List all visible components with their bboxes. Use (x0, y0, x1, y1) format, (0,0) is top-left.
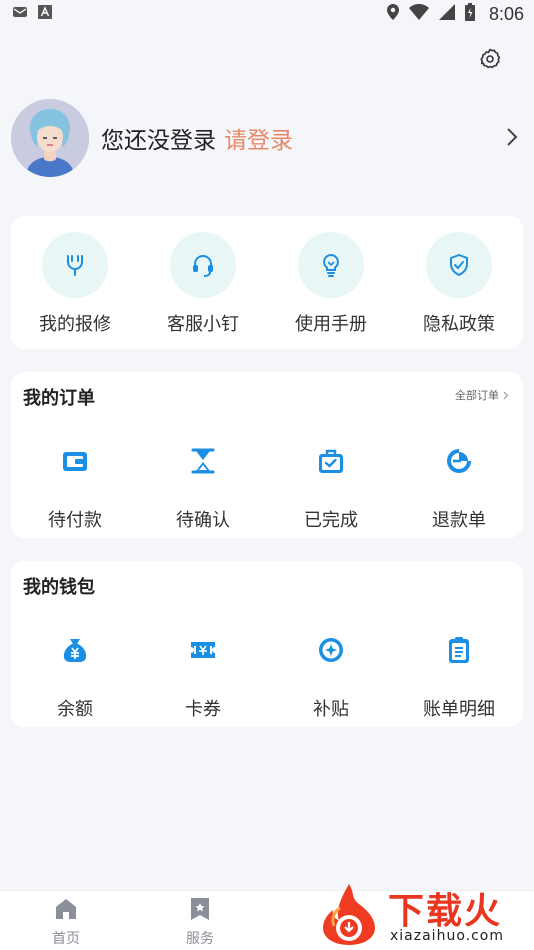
profile-row[interactable]: 您还没登录 请登录 (11, 98, 523, 178)
orders-card: 我的订单 全部订单 待付款 待确认 已完成 退款单 (11, 372, 523, 538)
ticket-icon (186, 633, 220, 667)
all-orders-link[interactable]: 全部订单 (455, 387, 509, 403)
watermark-title: 下载火 (388, 891, 503, 932)
money-bag-icon (58, 633, 92, 667)
location-icon (386, 3, 399, 25)
quick-action-label: 隐私政策 (423, 314, 495, 335)
wallet-bill-details[interactable]: 账单明细 (395, 633, 523, 721)
flame-logo-icon (323, 884, 375, 945)
wallet-label: 账单明细 (423, 699, 495, 720)
clipboard-icon (442, 633, 476, 667)
tab-home[interactable]: 首页 (36, 897, 96, 948)
bookmark-icon (189, 897, 211, 925)
subsidy-icon (314, 633, 348, 667)
gear-icon[interactable] (478, 47, 502, 71)
order-label: 已完成 (304, 510, 358, 531)
status-time: 8:06 (488, 3, 524, 24)
quick-actions-card: 我的报修 客服小钉 使用手册 隐私政策 (11, 216, 523, 349)
quick-action-support[interactable]: 客服小钉 (139, 232, 267, 336)
wallet-subsidy[interactable]: 补贴 (267, 633, 395, 721)
quick-action-label: 我的报修 (39, 314, 111, 335)
chevron-right-icon (503, 391, 509, 399)
wallet-title: 我的钱包 (23, 577, 95, 598)
tab-label: 服务 (186, 931, 214, 947)
lightbulb-icon (298, 232, 364, 298)
watermark-logo: 下载火 xiazaihuo.com (318, 878, 534, 950)
wallet-card: 我的钱包 余额 卡券 补贴 账单明细 (11, 561, 523, 727)
briefcase-check-icon (314, 444, 348, 478)
watermark-url: xiazaihuo.com (390, 928, 504, 944)
login-prompt: 您还没登录 (101, 128, 216, 154)
wallet-coupons[interactable]: 卡券 (139, 633, 267, 721)
hourglass-icon (186, 444, 220, 478)
login-link[interactable]: 请登录 (224, 121, 293, 155)
home-icon (54, 897, 78, 925)
all-orders-label: 全部订单 (455, 389, 499, 402)
refund-icon (442, 444, 476, 478)
avatar[interactable] (11, 99, 89, 177)
wallet-label: 余额 (57, 699, 93, 720)
signal-icon (438, 3, 455, 25)
chevron-right-icon[interactable] (505, 126, 519, 148)
wallet-balance[interactable]: 余额 (11, 633, 139, 721)
quick-action-privacy[interactable]: 隐私政策 (395, 232, 523, 336)
order-label: 待付款 (48, 510, 102, 531)
order-label: 退款单 (432, 510, 486, 531)
status-bar: 8:06 (0, 0, 534, 28)
order-refund[interactable]: 退款单 (395, 444, 523, 532)
order-completed[interactable]: 已完成 (267, 444, 395, 532)
tab-label: 首页 (52, 931, 80, 947)
quick-action-repair[interactable]: 我的报修 (11, 232, 139, 336)
shield-check-icon (426, 232, 492, 298)
order-label: 待确认 (176, 510, 230, 531)
order-pending-payment[interactable]: 待付款 (11, 444, 139, 532)
wrench-icon (42, 232, 108, 298)
font-a-icon (38, 4, 52, 24)
battery-icon (464, 2, 475, 26)
wallet-label: 卡券 (185, 699, 221, 720)
order-pending-confirm[interactable]: 待确认 (139, 444, 267, 532)
tab-service[interactable]: 服务 (170, 897, 230, 948)
headset-icon (170, 232, 236, 298)
mail-icon (12, 4, 28, 24)
quick-action-manual[interactable]: 使用手册 (267, 232, 395, 336)
wallet-label: 补贴 (313, 699, 349, 720)
wallet-icon (58, 444, 92, 478)
orders-title: 我的订单 (23, 388, 95, 409)
quick-action-label: 使用手册 (295, 314, 367, 335)
wifi-icon (408, 3, 429, 25)
quick-action-label: 客服小钉 (167, 314, 239, 335)
